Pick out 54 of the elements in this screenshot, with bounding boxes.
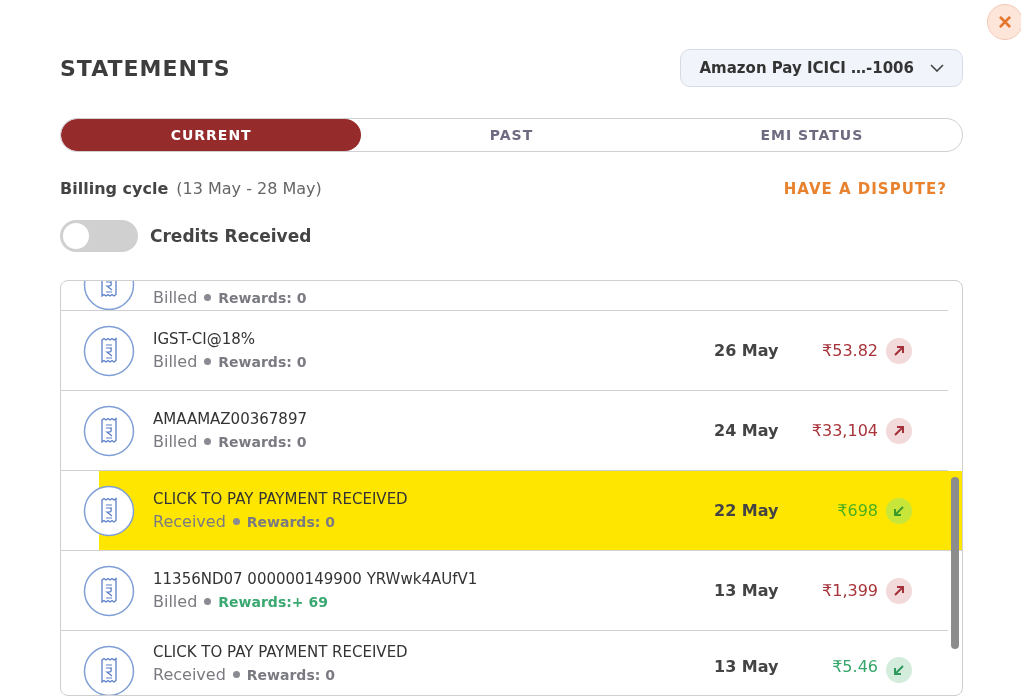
transaction-amount: ₹53.82 bbox=[822, 341, 878, 360]
transaction-amount: ₹1,399 bbox=[822, 581, 878, 600]
transaction-status: Billed bbox=[153, 352, 198, 371]
separator-dot bbox=[204, 598, 212, 605]
transaction-title: IGST-CI@18% bbox=[153, 330, 256, 348]
transaction-status: Received bbox=[153, 665, 226, 684]
transaction-status: Received bbox=[153, 512, 226, 531]
transaction-row[interactable]: Billed Rewards: 0 bbox=[61, 281, 948, 311]
receipt-icon bbox=[83, 484, 135, 537]
transaction-status: Billed bbox=[153, 432, 198, 451]
toggle-switch[interactable] bbox=[60, 220, 138, 252]
transaction-date: 13 May bbox=[714, 657, 780, 676]
transaction-row[interactable]: CLICK TO PAY PAYMENT RECEIVED Received Rewards: 0 22 May ₹698 bbox=[61, 471, 962, 551]
rewards-text: Rewards: 0 bbox=[246, 666, 335, 683]
tab[interactable]: PAST bbox=[361, 119, 662, 151]
transaction-row[interactable]: CLICK TO PAY PAYMENT RECEIVED Received Rewards: 0 13 May ₹5.46 bbox=[61, 631, 948, 695]
transaction-date: 13 May bbox=[714, 581, 780, 600]
transaction-title: AMAAMAZ00367897 bbox=[153, 410, 308, 428]
transaction-status: Billed bbox=[153, 288, 198, 307]
chevron-down-icon bbox=[930, 64, 944, 72]
page-title: STATEMENTS bbox=[60, 55, 231, 81]
card-selector[interactable]: Amazon Pay ICICI …-1006 bbox=[680, 49, 963, 87]
transaction-amount: ₹698 bbox=[837, 501, 878, 520]
separator-dot bbox=[232, 671, 240, 678]
rewards-text: Rewards: 0 bbox=[218, 353, 307, 370]
transaction-title: CLICK TO PAY PAYMENT RECEIVED bbox=[153, 490, 409, 508]
toggle-label: Credits Received bbox=[150, 226, 312, 246]
receipt-icon bbox=[83, 324, 135, 377]
tab[interactable]: CURRENT bbox=[61, 119, 362, 151]
separator-dot bbox=[204, 438, 212, 445]
receipt-icon bbox=[83, 645, 135, 695]
transaction-amount: ₹33,104 bbox=[811, 421, 878, 440]
transaction-date: 22 May bbox=[714, 501, 780, 520]
transaction-date: 26 May bbox=[714, 341, 780, 360]
rewards-text: Rewards: 0 bbox=[218, 433, 307, 450]
transaction-row[interactable]: IGST-CI@18% Billed Rewards: 0 26 May ₹53.82 bbox=[61, 311, 948, 391]
separator-dot bbox=[204, 294, 212, 301]
separator-dot bbox=[204, 358, 212, 365]
rewards-text: Rewards:+ 69 bbox=[218, 593, 328, 610]
billing-cycle-range: (13 May - 28 May) bbox=[176, 179, 322, 198]
separator-dot bbox=[232, 518, 240, 525]
transaction-row[interactable]: 11356ND07 000000149900 YRWwk4AUfV1 Billed Rewards:+ 69 13 May ₹1,399 bbox=[61, 551, 948, 631]
rewards-text: Rewards: 0 bbox=[246, 513, 335, 530]
rewards-text: Rewards: 0 bbox=[218, 289, 307, 306]
transaction-title: 11356ND07 000000149900 YRWwk4AUfV1 bbox=[153, 570, 479, 588]
transaction-date: 24 May bbox=[714, 421, 780, 440]
billing-cycle-label: Billing cycle bbox=[60, 179, 169, 198]
receipt-icon bbox=[83, 564, 135, 617]
transaction-amount: ₹5.46 bbox=[832, 657, 878, 676]
transaction-status: Billed bbox=[153, 592, 198, 611]
tab[interactable]: EMI STATUS bbox=[661, 119, 962, 151]
scrollbar-thumb[interactable] bbox=[951, 477, 959, 649]
receipt-icon bbox=[83, 404, 135, 457]
transaction-title: CLICK TO PAY PAYMENT RECEIVED bbox=[153, 643, 409, 661]
